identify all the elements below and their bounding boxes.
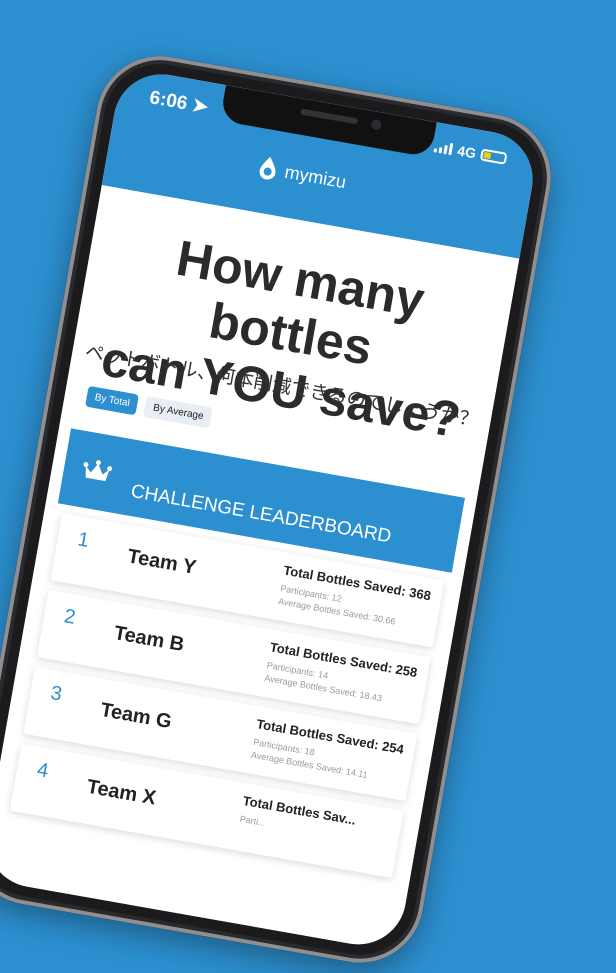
notch: [219, 85, 437, 158]
rank-number: 2: [62, 605, 78, 629]
network-label: 4G: [456, 142, 478, 162]
status-right: 4G: [433, 138, 508, 166]
team-name: Team G: [98, 698, 174, 734]
camera: [370, 119, 383, 131]
battery-icon: [479, 148, 508, 165]
brand-name: mymizu: [283, 161, 348, 192]
time-text: 6:06: [147, 87, 189, 115]
speaker: [300, 108, 359, 125]
team-name: Team B: [112, 622, 186, 657]
team-name: Team X: [85, 775, 158, 810]
brand-logo[interactable]: mymizu: [255, 154, 348, 195]
rank-number: 3: [48, 682, 64, 706]
team-name: Team Y: [125, 545, 198, 580]
crown-icon: [83, 460, 113, 482]
water-drop-logo-icon: [259, 156, 276, 180]
phone-frame: 6:06 ➤ 4G mymizu How many bottles can YO…: [0, 46, 562, 973]
row-meta: Parti...: [239, 813, 267, 830]
rank-number: 1: [75, 528, 91, 553]
leaderboard-list: 1 Team Y Total Bottles Saved: 368 Partic…: [8, 513, 445, 888]
signal-bars-icon: [433, 140, 454, 156]
location-arrow-icon: ➤: [190, 94, 210, 119]
status-time: 6:06 ➤: [148, 86, 210, 119]
rank-number: 4: [35, 758, 51, 783]
phone-screen: 6:06 ➤ 4G mymizu How many bottles can YO…: [0, 66, 541, 952]
participants: Parti...: [238, 813, 267, 829]
